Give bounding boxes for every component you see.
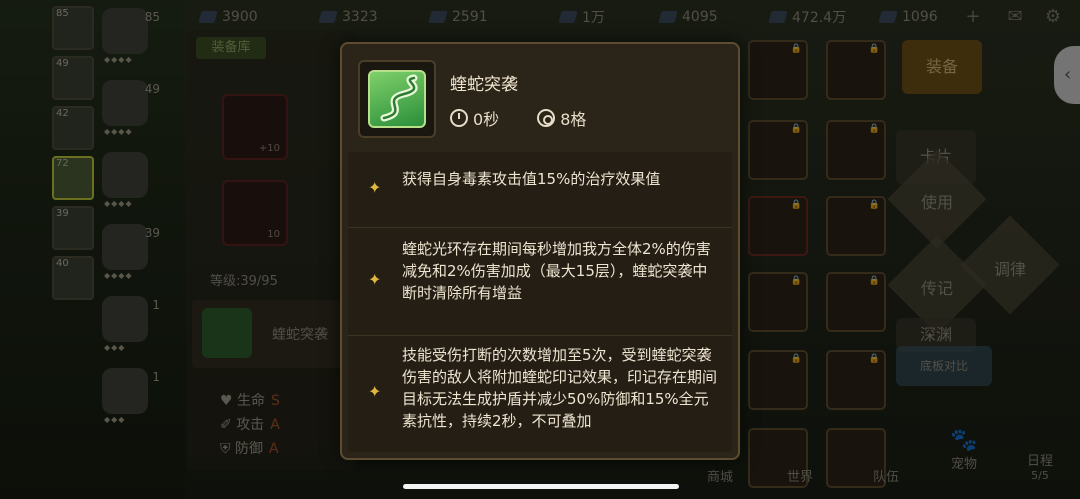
effect-item: ✦ 蝰蛇光环存在期间每秒增加我方全体2%的伤害减免和2%伤害加成（最大15层），… [348,228,732,336]
skill-title: 蝰蛇突袭 [450,75,518,95]
skill-tooltip: 蝰蛇突袭 0秒 8格 ✦ 获得自身毒素攻击值15%的治疗效果值 ✦ 蝰蛇光环存在… [340,42,740,460]
viper-skill-icon [368,70,426,128]
skill-effects: ✦ 获得自身毒素攻击值15%的治疗效果值 ✦ 蝰蛇光环存在期间每秒增加我方全体2… [348,152,732,452]
effect-text: 技能受伤打断的次数增加至5次，受到蝰蛇突袭伤害的敌人将附加蝰蛇印记效果，印记存在… [402,346,718,430]
snake-path-icon [380,74,418,122]
effect-item: ✦ 技能受伤打断的次数增加至5次，受到蝰蛇突袭伤害的敌人将附加蝰蛇印记效果，印记… [348,336,732,452]
home-indicator[interactable] [403,484,679,489]
sparkle-icon: ✦ [368,178,382,197]
sparkle-icon: ✦ [368,270,382,289]
skill-meta: 0秒 8格 [450,106,586,130]
effect-item: ✦ 获得自身毒素攻击值15%的治疗效果值 [348,152,732,228]
target-icon [537,109,556,127]
skill-range: 8格 [560,110,587,129]
skill-cooldown: 0秒 [473,110,500,129]
clock-icon [450,109,468,127]
effect-text: 获得自身毒素攻击值15%的治疗效果值 [402,170,661,188]
effect-text: 蝰蛇光环存在期间每秒增加我方全体2%的伤害减免和2%伤害加成（最大15层），蝰蛇… [402,240,711,302]
skill-icon-frame [358,60,436,138]
sparkle-icon: ✦ [368,382,382,401]
